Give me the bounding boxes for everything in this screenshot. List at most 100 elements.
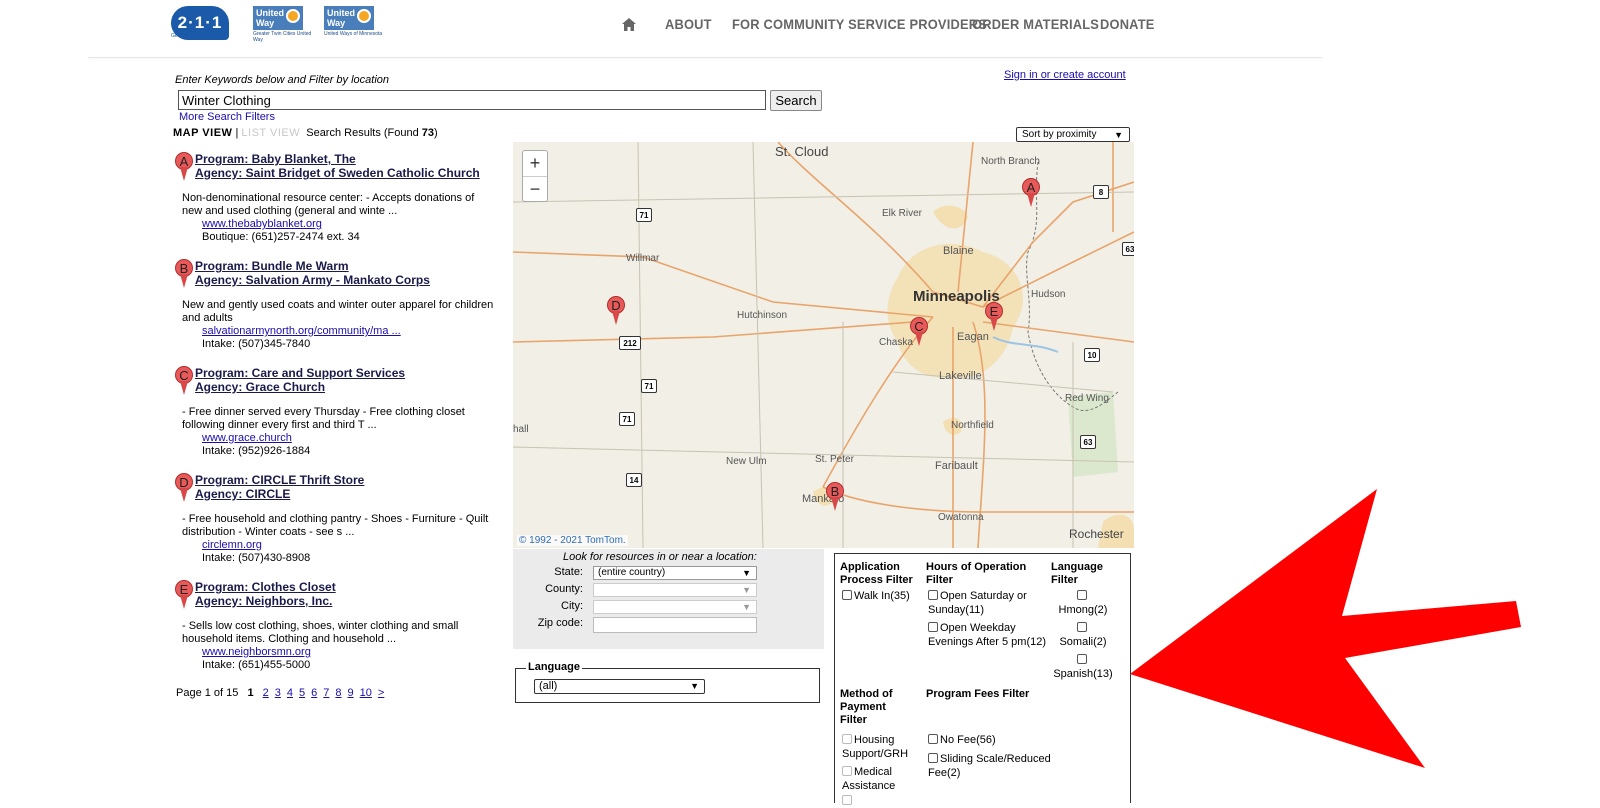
result-pin-icon[interactable]: E [175,580,193,610]
checkbox[interactable] [1077,622,1087,632]
page-link[interactable]: 3 [275,687,281,699]
checkbox[interactable] [842,766,852,776]
map-copyright[interactable]: © 1992 - 2021 TomTom. [517,535,628,546]
more-search-filters-link[interactable]: More Search Filters [179,111,275,123]
result-agency-link[interactable]: Agency: Salvation Army - Mankato Corps [195,273,430,287]
result-description: - Free household and clothing pantry - S… [182,513,489,538]
map-pin-c[interactable]: C [910,317,928,347]
result-program-link[interactable]: Program: Baby Blanket, The [195,152,356,166]
view-separator: | [235,127,239,139]
pagination: Page 1 of 15 1 2 3 4 5 6 7 8 9 10 > [176,687,384,699]
zoom-out-button[interactable]: − [523,177,547,202]
result-program-link[interactable]: Program: CIRCLE Thrift Store [195,473,364,487]
filter-spanish[interactable]: Spanish(13) [1047,653,1119,681]
filter-sliding-scale[interactable]: Sliding Scale/Reduced Fee(2) [928,752,1058,780]
map-pin-e[interactable]: E [985,302,1003,332]
result-phone: Intake: (507)430-8908 [202,552,311,564]
checkbox[interactable] [1077,654,1087,664]
filter-somali[interactable]: Somali(2) [1047,621,1119,649]
state-select[interactable]: (entire country) ▼ [593,566,757,580]
result-description: - Sells low cost clothing, shoes, winter… [182,620,459,645]
zoom-in-button[interactable]: + [523,151,547,177]
page-link[interactable]: 8 [335,687,341,699]
highway-shield-14: 14 [626,473,642,487]
results-prefix: Search Results (Found [306,127,422,139]
result-pin-icon[interactable]: B [175,259,193,289]
city-select[interactable]: ▼ [593,600,757,614]
result-website-link[interactable]: circlemn.org [202,539,262,551]
result-agency-link[interactable]: Agency: Saint Bridget of Sweden Catholic… [195,166,480,180]
united-way-logo-1-sub: Greater Twin Cities United Way [253,31,312,43]
nav-order-materials[interactable]: ORDER MATERIALS [972,16,1099,32]
result-pin-icon[interactable]: C [175,366,193,396]
checkbox[interactable] [842,795,852,805]
page-link[interactable]: 7 [323,687,329,699]
filter-more-payment[interactable] [842,794,854,808]
filter-no-fee[interactable]: No Fee(56) [928,733,1046,747]
result-item: C Program: Care and Support Services Agenc… [174,364,504,464]
result-agency-link[interactable]: Agency: Grace Church [195,380,325,394]
united-way-logo-2-name: United Way [327,8,355,28]
result-description: Non-denominational resource center: - Ac… [182,192,475,217]
list-view-tab[interactable]: LIST VIEW [241,127,300,139]
sort-select[interactable]: Sort by proximity ▼ [1016,127,1130,142]
page-link[interactable]: > [378,687,384,699]
result-agency-link[interactable]: Agency: Neighbors, Inc. [195,594,332,608]
united-way-logo-1[interactable]: United Way [253,6,303,30]
language-select[interactable]: (all) ▼ [534,679,705,694]
filter-hmong[interactable]: Hmong(2) [1047,589,1119,617]
page-link[interactable]: 9 [348,687,354,699]
filter-open-evenings[interactable]: Open Weekday Evenings After 5 pm(12) [928,621,1046,649]
page-link[interactable]: 6 [311,687,317,699]
county-select[interactable]: ▼ [593,583,757,597]
state-selected: (entire country) [598,567,666,578]
map-zoom-control: + − [522,150,548,202]
signin-link[interactable]: Sign in or create account [1004,69,1126,81]
map-pin-b[interactable]: B [826,482,844,512]
results-map[interactable]: + − St. Cloud North Branch Elk River Bla… [513,142,1134,548]
search-button[interactable]: Search [770,90,822,111]
checkbox[interactable] [928,734,938,744]
language-filter-heading: Language Filter [1051,561,1103,586]
map-place-new-ulm: New Ulm [726,456,767,467]
checkbox[interactable] [1077,590,1087,600]
highway-shield-212: 212 [619,336,641,350]
result-website-link[interactable]: salvationarmynorth.org/community/ma ... [202,325,401,337]
result-program-link[interactable]: Program: Clothes Closet [195,580,336,594]
page-link[interactable]: 4 [287,687,293,699]
filter-walk-in[interactable]: Walk In(35) [842,589,920,603]
nav-community-service-providers[interactable]: FOR COMMUNITY SERVICE PROVIDERS [732,16,987,32]
checkbox[interactable] [842,734,852,744]
map-view-tab[interactable]: MAP VIEW [173,127,232,139]
result-item: A Program: Baby Blanket, The Agency: Saint… [174,150,504,250]
result-website-link[interactable]: www.neighborsmn.org [202,646,311,658]
page-link[interactable]: 10 [360,687,372,699]
result-item: E Program: Clothes Closet Agency: Neighbor… [174,578,504,678]
result-program-link[interactable]: Program: Bundle Me Warm [195,259,349,273]
filter-housing-support[interactable]: Housing Support/GRH [842,733,920,761]
nav-donate[interactable]: DONATE [1100,16,1155,32]
result-website-link[interactable]: www.grace.church [202,432,292,444]
map-pin-d[interactable]: D [607,296,625,326]
result-program-link[interactable]: Program: Care and Support Services [195,366,405,380]
search-input[interactable] [178,90,766,110]
home-icon[interactable] [621,17,637,32]
nav-about[interactable]: ABOUT [665,16,712,32]
filter-medical-assistance[interactable]: Medical Assistance [842,765,920,793]
map-pin-a[interactable]: A [1022,178,1040,208]
checkbox[interactable] [842,590,852,600]
language-fieldset: Language (all) ▼ [515,661,820,703]
result-pin-icon[interactable]: A [175,152,193,182]
zip-input[interactable] [593,617,757,633]
result-pin-icon[interactable]: D [175,473,193,503]
united-way-logo-2[interactable]: United Way [324,6,374,30]
checkbox[interactable] [928,753,938,763]
page-link[interactable]: 5 [299,687,305,699]
result-agency-link[interactable]: Agency: CIRCLE [195,487,290,501]
filter-open-weekend[interactable]: Open Saturday or Sunday(11) [928,589,1046,617]
checkbox[interactable] [928,590,938,600]
checkbox[interactable] [928,622,938,632]
result-website-link[interactable]: www.thebabyblanket.org [202,218,322,230]
page-link[interactable]: 2 [263,687,269,699]
view-bar: MAP VIEW | LIST VIEW Search Results (Fou… [173,127,438,139]
